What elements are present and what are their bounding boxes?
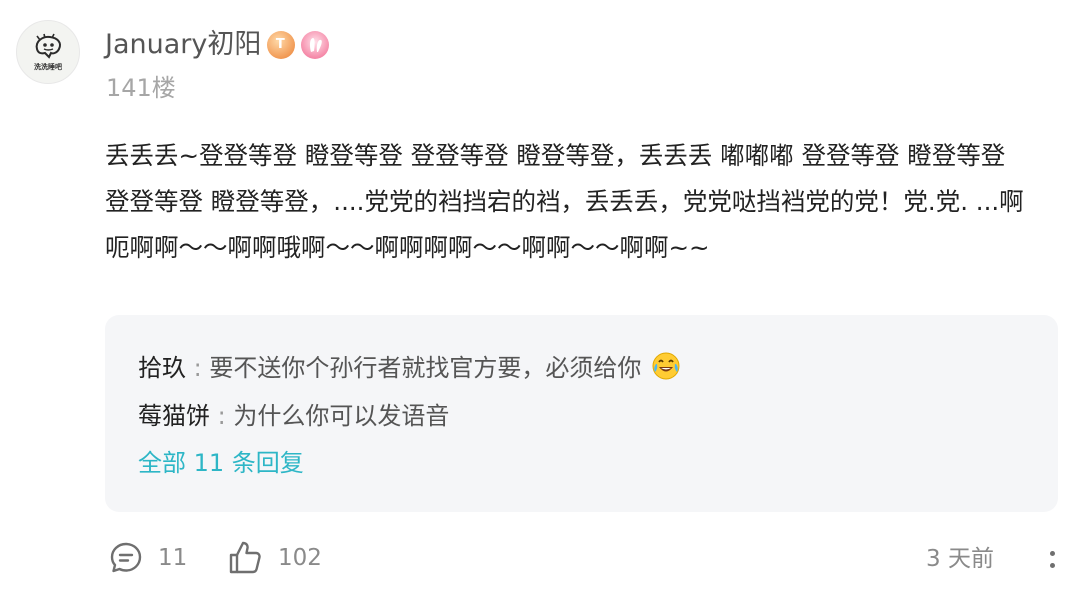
reply-preview-box[interactable]: 拾玖 : 要不送你个孙行者就找官方要，必须给你 莓猫饼 : 为什么你可以发语音 … xyxy=(105,315,1058,512)
content-line: 登登等登 瞪登等登，....党党的裆挡宕的裆，丢丢丢，党党哒挡裆党的党！党.党.… xyxy=(105,187,1024,216)
reply-item[interactable]: 莓猫饼 : 为什么你可以发语音 xyxy=(138,399,449,433)
reply-separator: : xyxy=(217,402,226,430)
level-badge-icon: T xyxy=(267,31,296,59)
comment-count: 11 xyxy=(158,545,188,571)
fan-badge-icon xyxy=(301,31,330,59)
thumbs-up-icon xyxy=(229,541,261,574)
reply-author[interactable]: 莓猫饼 xyxy=(138,402,210,430)
content-line: 丢丢丢~登登等登 瞪登等登 登登等登 瞪登等登，丢丢丢 嘟嘟嘟 登登等登 瞪登等… xyxy=(105,141,1006,170)
post-time: 3 天前 xyxy=(926,546,994,572)
more-options-button[interactable] xyxy=(1040,543,1064,575)
comment-button[interactable]: 11 xyxy=(108,538,187,578)
level-badge-text: T xyxy=(275,37,285,52)
view-all-replies-link[interactable]: 全部 11 条回复 xyxy=(138,446,304,480)
like-count: 102 xyxy=(278,545,322,571)
like-button[interactable]: 102 xyxy=(226,538,322,578)
username[interactable]: January初阳 xyxy=(105,26,261,64)
bunny-ear-glyph xyxy=(310,38,323,52)
more-dot-icon xyxy=(1049,562,1055,568)
post-content: 丢丢丢~登登等登 瞪登等登 登登等登 瞪登等登，丢丢丢 嘟嘟嘟 登登等登 瞪登等… xyxy=(105,133,1060,271)
reply-author[interactable]: 拾玖 xyxy=(138,354,186,382)
doodle-head-icon xyxy=(35,33,61,59)
floor-number: 141楼 xyxy=(106,74,176,102)
reply-item[interactable]: 拾玖 : 要不送你个孙行者就找官方要，必须给你 xyxy=(138,351,681,385)
reply-separator: : xyxy=(193,354,202,382)
username-row: January初阳 T xyxy=(105,26,330,64)
content-line: 呃啊啊～～啊啊哦啊～～啊啊啊啊～～啊啊～～啊啊~~ xyxy=(105,233,710,262)
user-avatar[interactable]: 洗洗睡吧 xyxy=(16,20,80,84)
more-dot-icon xyxy=(1049,550,1055,556)
comment-icon xyxy=(110,542,142,573)
avatar-caption: 洗洗睡吧 xyxy=(34,62,62,71)
laugh-cry-emoji-icon xyxy=(652,352,680,380)
reply-text: 要不送你个孙行者就找官方要，必须给你 xyxy=(209,354,642,382)
reply-text: 为什么你可以发语音 xyxy=(233,402,450,430)
